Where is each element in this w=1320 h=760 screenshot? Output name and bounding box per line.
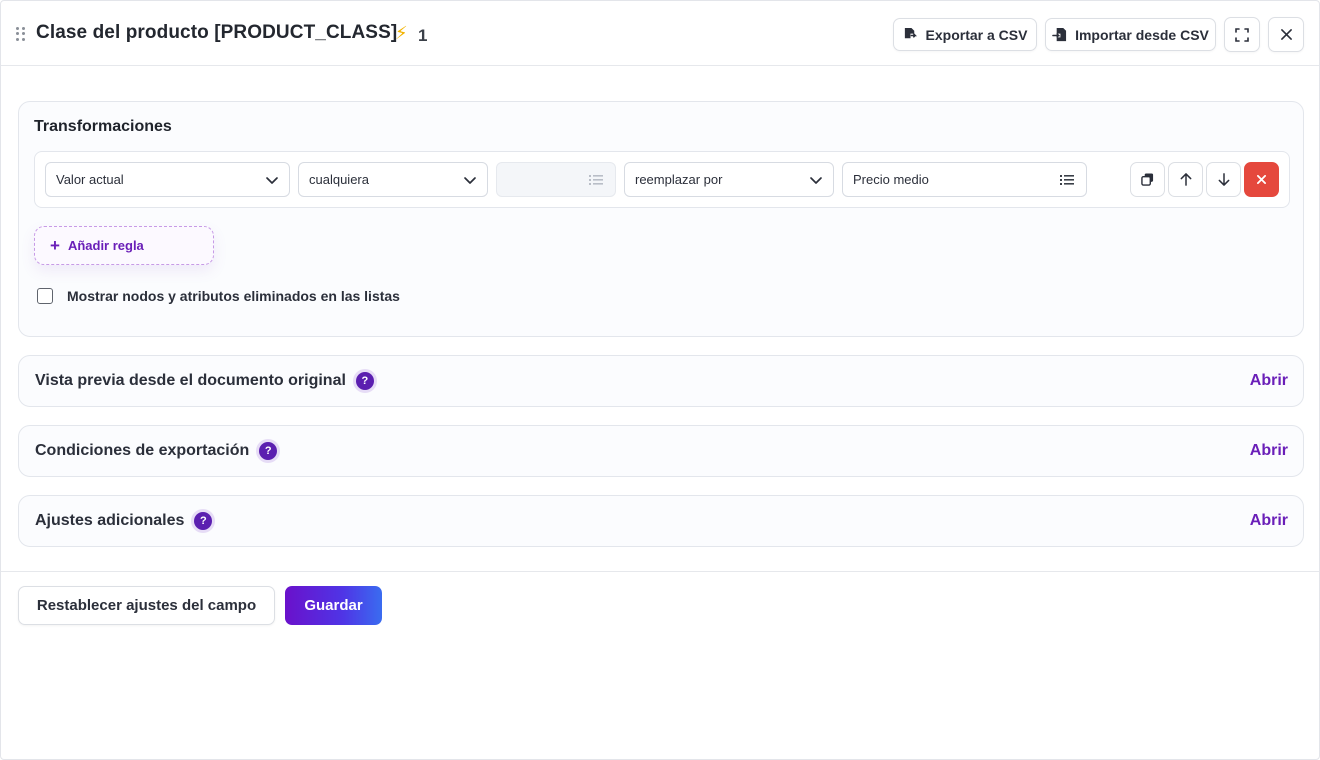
condition-text: cualquiera: [309, 172, 369, 187]
export-csv-label: Exportar a CSV: [925, 26, 1028, 43]
delete-rule-button[interactable]: [1244, 162, 1279, 197]
dialog-title: Clase del producto [PRODUCT_CLASS]: [36, 22, 398, 43]
export-conditions-title: Condiciones de exportación: [35, 442, 250, 459]
show-deleted-option: Mostrar nodos y atributos eliminados en …: [37, 288, 400, 304]
arrow-down-icon: [1218, 173, 1229, 186]
list-icon: [1060, 175, 1074, 185]
transformation-rule-row: Valor actual cualquiera reemplazar por P…: [34, 151, 1290, 208]
duplicate-rule-button[interactable]: [1130, 162, 1165, 197]
action-text: reemplazar por: [635, 172, 723, 187]
chevron-down-icon: [464, 177, 476, 184]
show-deleted-checkbox[interactable]: [37, 288, 53, 304]
preview-section[interactable]: Vista previa desde el documento original…: [18, 355, 1304, 407]
condition-value-input[interactable]: [496, 162, 616, 197]
replacement-value-text: Precio medio: [853, 172, 929, 187]
condition-select[interactable]: cualquiera: [298, 162, 488, 197]
transformations-title: Transformaciones: [34, 118, 172, 135]
export-conditions-open-link[interactable]: Abrir: [1250, 442, 1288, 460]
move-rule-down-button[interactable]: [1206, 162, 1241, 197]
action-select[interactable]: reemplazar por: [624, 162, 834, 197]
file-import-icon: [1052, 27, 1067, 42]
lightning-icon: ⚡: [395, 23, 408, 43]
export-conditions-section[interactable]: Condiciones de exportación ? Abrir: [18, 425, 1304, 477]
field-settings-dialog: Clase del producto [PRODUCT_CLASS] ⚡ 1 E…: [0, 0, 1320, 760]
add-rule-button[interactable]: + Añadir regla: [34, 226, 214, 265]
arrow-up-icon: [1180, 173, 1191, 186]
help-icon[interactable]: ?: [259, 442, 278, 460]
reset-field-settings-button[interactable]: Restablecer ajustes del campo: [18, 586, 275, 625]
help-icon[interactable]: ?: [355, 372, 374, 390]
list-icon: [589, 175, 603, 185]
section-title: Vista previa desde el documento original…: [35, 372, 374, 390]
file-export-icon: [904, 27, 917, 39]
additional-settings-open-link[interactable]: Abrir: [1250, 512, 1288, 530]
preview-open-link[interactable]: Abrir: [1250, 372, 1288, 390]
chevron-down-icon: [810, 177, 822, 184]
chevron-down-icon: [266, 177, 278, 184]
additional-settings-section[interactable]: Ajustes adicionales ? Abrir: [18, 495, 1304, 547]
replacement-value-input[interactable]: Precio medio: [842, 162, 1087, 197]
help-icon[interactable]: ?: [194, 512, 213, 530]
preview-section-title: Vista previa desde el documento original: [35, 372, 346, 389]
transformations-panel: Transformaciones Valor actual cualquiera…: [18, 101, 1304, 337]
drag-handle-icon[interactable]: [16, 27, 28, 41]
additional-settings-title: Ajustes adicionales: [35, 512, 185, 529]
close-button[interactable]: [1268, 17, 1304, 52]
section-title: Ajustes adicionales ?: [35, 512, 213, 530]
import-csv-button[interactable]: Importar desde CSV: [1045, 18, 1216, 51]
close-icon: [1257, 175, 1266, 184]
close-icon: [1280, 29, 1292, 40]
source-value-select[interactable]: Valor actual: [45, 162, 290, 197]
add-rule-label: Añadir regla: [67, 238, 144, 253]
export-csv-button[interactable]: Exportar a CSV: [893, 18, 1037, 51]
save-button[interactable]: Guardar: [285, 586, 382, 625]
plus-icon: +: [50, 236, 60, 255]
copy-icon: [1141, 173, 1154, 186]
show-deleted-label[interactable]: Mostrar nodos y atributos eliminados en …: [67, 288, 400, 304]
import-csv-label: Importar desde CSV: [1075, 26, 1209, 43]
move-rule-up-button[interactable]: [1168, 162, 1203, 197]
fullscreen-button[interactable]: [1224, 17, 1260, 52]
footer-divider: [1, 571, 1319, 572]
dialog-header: Clase del producto [PRODUCT_CLASS] ⚡ 1 E…: [1, 1, 1319, 66]
transformation-count: 1: [418, 26, 428, 45]
section-title: Condiciones de exportación ?: [35, 442, 278, 460]
source-value-text: Valor actual: [56, 172, 124, 187]
expand-icon: [1235, 27, 1249, 42]
